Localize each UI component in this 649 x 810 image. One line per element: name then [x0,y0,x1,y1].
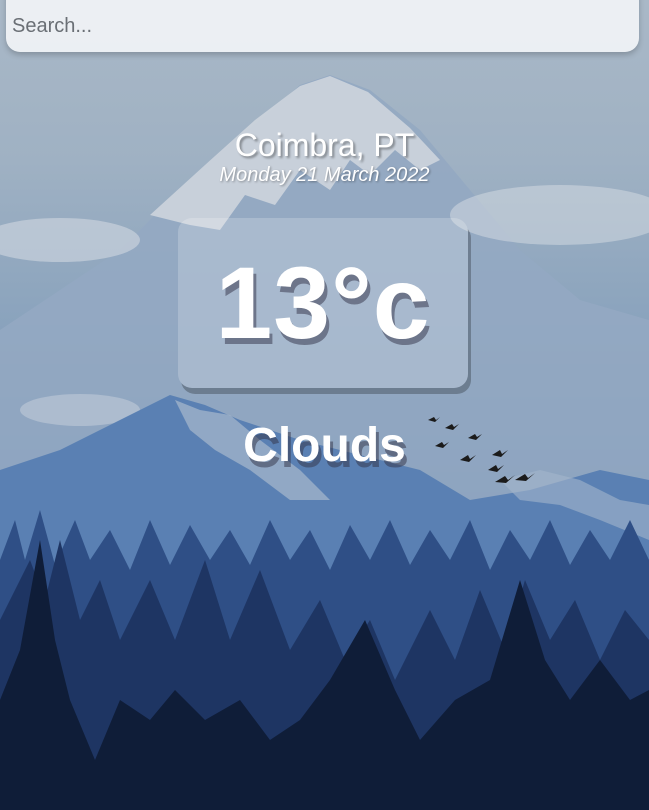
mountain-forest-background [0,75,649,810]
temperature-card: 13°c [178,218,468,388]
current-date: Monday 21 March 2022 [219,164,430,186]
temperature-value: 13°c [215,245,431,360]
location-title: Coimbra, PT [234,127,415,163]
weather-description: Clouds [243,419,406,472]
weather-app: Coimbra, PT Monday 21 March 2022 13°c Cl… [0,0,649,810]
search-input[interactable] [6,0,639,52]
